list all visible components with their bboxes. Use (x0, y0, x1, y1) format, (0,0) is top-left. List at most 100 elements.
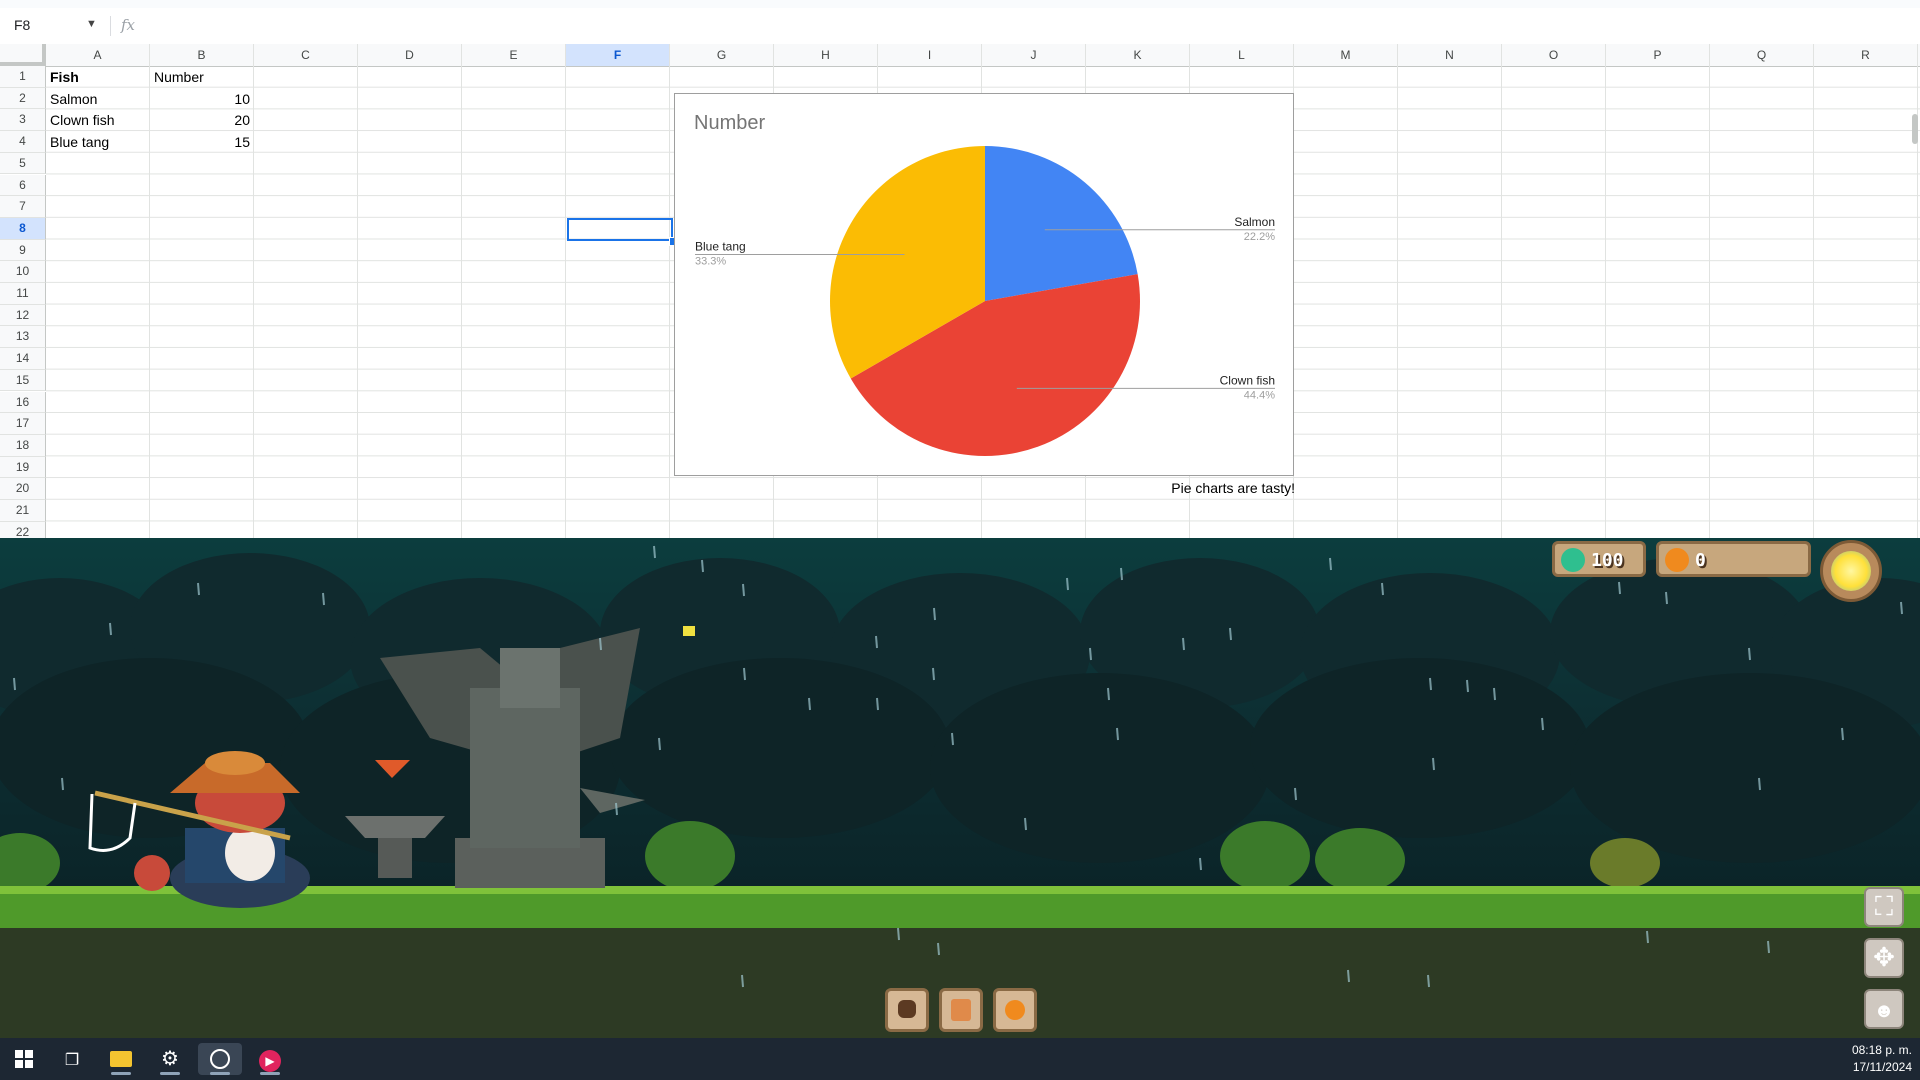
row-header-3[interactable]: 3 (0, 109, 46, 132)
app-running-indicator (260, 1072, 280, 1075)
row-header-18[interactable]: 18 (0, 434, 46, 457)
fullscreen-button[interactable]: ⛶ (1864, 887, 1904, 927)
column-header-h[interactable]: H (774, 44, 878, 66)
settings-button[interactable]: ⚙ (148, 1043, 192, 1075)
row-header-21[interactable]: 21 (0, 500, 46, 522)
system-clock[interactable]: 08:18 p. m. 17/11/2024 (1852, 1042, 1912, 1076)
row-header-19[interactable]: 19 (0, 456, 46, 479)
formula-separator (110, 16, 111, 36)
row-header-10[interactable]: 10 (0, 261, 46, 283)
orange-coin-icon (1005, 1000, 1025, 1020)
column-header-k[interactable]: K (1086, 44, 1190, 66)
bag-button[interactable] (885, 988, 929, 1032)
pie-chart-svg: Salmon 22.2% Clown fish 44.4% Blue tang 33.3% (695, 146, 1275, 456)
sparkle-marker (683, 626, 695, 636)
coin-icon (1665, 548, 1689, 572)
column-header-l[interactable]: L (1190, 44, 1294, 66)
column-header-g[interactable]: G (670, 44, 774, 66)
toolbar-strip (0, 0, 1920, 8)
media-player-button[interactable]: ▶ (248, 1043, 292, 1075)
pie-slice-salmon[interactable] (985, 146, 1138, 301)
column-header-r[interactable]: R (1814, 44, 1918, 66)
select-all-corner[interactable] (0, 44, 46, 66)
row-header-8[interactable]: 8 (0, 217, 46, 240)
task-view-icon: ❐ (64, 1052, 80, 1069)
row-header-1[interactable]: 1 (0, 66, 46, 88)
character-icon: ☻ (1873, 1000, 1895, 1022)
slice-percent-label: 22.2% (1244, 231, 1275, 243)
name-box-dropdown-icon[interactable]: ▼ (86, 18, 97, 30)
cell-B4[interactable]: 15 (150, 132, 250, 153)
column-header-j[interactable]: J (982, 44, 1086, 66)
clock-date: 17/11/2024 (1852, 1060, 1912, 1074)
column-header-c[interactable]: C (254, 44, 358, 66)
coin-shop-button[interactable] (993, 988, 1037, 1032)
row-header-2[interactable]: 2 (0, 87, 46, 110)
formula-bar: F8 ▼ fx (0, 8, 1920, 45)
slice-percent-label: 44.4% (1244, 389, 1275, 401)
cell-A4[interactable]: Blue tang (50, 132, 109, 153)
cell-B3[interactable]: 20 (150, 110, 250, 131)
selected-cell-F8[interactable] (567, 218, 673, 241)
row-header-6[interactable]: 6 (0, 174, 46, 197)
slice-label: Blue tang (695, 240, 746, 254)
row-header-15[interactable]: 15 (0, 369, 46, 392)
obs-button[interactable] (198, 1043, 242, 1075)
start-button[interactable] (2, 1043, 46, 1075)
row-header-17[interactable]: 17 (0, 413, 46, 435)
row-header-9[interactable]: 9 (0, 239, 46, 262)
column-header-n[interactable]: N (1398, 44, 1502, 66)
row-header-13[interactable]: 13 (0, 326, 46, 349)
row-header-22[interactable]: 22 (0, 521, 46, 538)
column-header-d[interactable]: D (358, 44, 462, 66)
obs-icon (210, 1049, 230, 1069)
map-button[interactable] (939, 988, 983, 1032)
column-header-f[interactable]: F (566, 44, 670, 66)
game-window[interactable]: 100 0 ⛶ ✥ ☻ (0, 538, 1920, 1038)
cell-B2[interactable]: 10 (150, 89, 250, 110)
app-running-indicator (111, 1072, 131, 1075)
chart-caption: Pie charts are tasty! (1171, 480, 1295, 496)
cell-B1[interactable]: Number (154, 67, 204, 88)
column-header-b[interactable]: B (150, 44, 254, 66)
file-explorer-button[interactable] (99, 1043, 143, 1075)
column-header-m[interactable]: M (1294, 44, 1398, 66)
coin-count: 0 (1695, 550, 1706, 571)
row-header-12[interactable]: 12 (0, 304, 46, 327)
row-header-14[interactable]: 14 (0, 348, 46, 370)
row-header-7[interactable]: 7 (0, 196, 46, 218)
fullscreen-icon: ⛶ (1874, 891, 1894, 921)
bag-icon (898, 1000, 916, 1018)
column-header-e[interactable]: E (462, 44, 566, 66)
row-header-4[interactable]: 4 (0, 131, 46, 153)
vertical-scrollbar[interactable] (1912, 114, 1918, 144)
sun-icon (1831, 551, 1871, 591)
character-button[interactable]: ☻ (1864, 989, 1904, 1029)
gem-counter: 100 (1552, 541, 1646, 577)
coin-counter: 0 (1656, 541, 1811, 577)
gem-icon (1561, 548, 1585, 572)
settings-icon: ⚙ (161, 1048, 179, 1070)
slice-label: Clown fish (1220, 373, 1275, 387)
cell-A2[interactable]: Salmon (50, 89, 97, 110)
move-icon: ✥ (1873, 942, 1895, 972)
name-box[interactable]: F8 (14, 17, 30, 33)
row-header-16[interactable]: 16 (0, 391, 46, 414)
column-header-o[interactable]: O (1502, 44, 1606, 66)
row-header-20[interactable]: 20 (0, 478, 46, 500)
row-header-5[interactable]: 5 (0, 152, 46, 175)
weather-time-badge[interactable] (1820, 540, 1882, 602)
column-header-a[interactable]: A (46, 44, 150, 66)
pie-chart[interactable]: Number Salmon 22.2% Clown fish 44.4% Blue ta… (674, 93, 1294, 476)
cell-A3[interactable]: Clown fish (50, 110, 115, 131)
windows-start-icon (15, 1050, 33, 1068)
column-header-p[interactable]: P (1606, 44, 1710, 66)
media-player-icon: ▶ (259, 1050, 281, 1072)
row-header-11[interactable]: 11 (0, 283, 46, 305)
column-header-i[interactable]: I (878, 44, 982, 66)
move-button[interactable]: ✥ (1864, 938, 1904, 978)
task-view-button[interactable]: ❐ (50, 1043, 94, 1075)
cell-A1[interactable]: Fish (50, 67, 79, 88)
clock-time: 08:18 p. m. (1851, 1043, 1912, 1057)
column-header-q[interactable]: Q (1710, 44, 1814, 66)
